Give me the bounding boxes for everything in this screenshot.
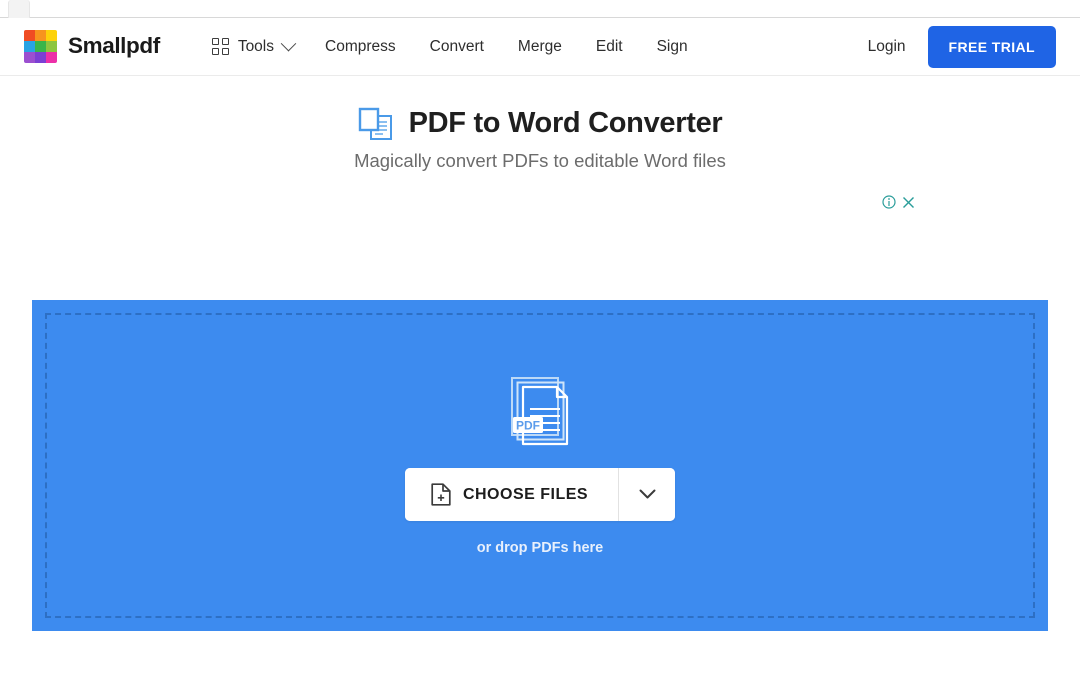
logo-cell-2 bbox=[46, 30, 57, 41]
ad-info-icon[interactable] bbox=[882, 195, 896, 209]
choose-files-button[interactable]: CHOOSE FILES bbox=[404, 468, 619, 521]
site-header: Smallpdf Tools Compress Convert Merge Ed… bbox=[0, 18, 1080, 76]
choose-files-label: CHOOSE FILES bbox=[462, 485, 589, 503]
brand-name: Smallpdf bbox=[68, 33, 160, 59]
logo-cell-4 bbox=[35, 41, 46, 52]
nav-tools-label: Tools bbox=[237, 37, 274, 55]
logo-cell-5 bbox=[46, 41, 57, 52]
hero-section: PDF to Word Converter Magically convert … bbox=[0, 76, 1080, 172]
pdf-badge-label: PDF bbox=[516, 419, 540, 433]
advertisement-slot bbox=[55, 190, 1025, 282]
logo-cell-7 bbox=[35, 52, 46, 63]
chevron-down-icon bbox=[639, 489, 656, 499]
pdf-file-stack-icon: PDF bbox=[511, 377, 569, 446]
file-dropzone-inner: PDF CHOOSE FILES or drop PDFs here bbox=[45, 313, 1035, 618]
logo-cell-1 bbox=[35, 30, 46, 41]
brand-logo-link[interactable]: Smallpdf bbox=[24, 30, 160, 63]
nav-item-compress[interactable]: Compress bbox=[308, 30, 413, 64]
page-subtitle: Magically convert PDFs to editable Word … bbox=[354, 150, 726, 171]
pdf-to-word-icon bbox=[358, 107, 392, 140]
browser-tab-edge[interactable] bbox=[8, 0, 30, 18]
header-actions: Login FREE TRIAL bbox=[868, 25, 1056, 68]
choose-files-group: CHOOSE FILES bbox=[404, 468, 676, 521]
login-link[interactable]: Login bbox=[868, 38, 906, 56]
ad-controls bbox=[882, 195, 915, 209]
nav-item-sign[interactable]: Sign bbox=[640, 30, 705, 64]
logo-cell-8 bbox=[46, 52, 57, 63]
file-dropzone[interactable]: PDF CHOOSE FILES or drop PDFs here bbox=[32, 300, 1048, 631]
ad-close-icon[interactable] bbox=[902, 196, 915, 209]
browser-chrome-strip bbox=[0, 0, 1080, 18]
logo-cell-3 bbox=[24, 41, 35, 52]
nav-item-edit[interactable]: Edit bbox=[579, 30, 640, 64]
logo-cell-6 bbox=[24, 52, 35, 63]
nav-tools-menu[interactable]: Tools bbox=[211, 32, 308, 62]
main-navigation: Tools Compress Convert Merge Edit Sign bbox=[211, 30, 705, 64]
logo-cell-0 bbox=[24, 30, 35, 41]
file-plus-icon bbox=[431, 483, 451, 506]
grid-2x2-icon bbox=[211, 38, 229, 55]
choose-files-dropdown-button[interactable] bbox=[618, 468, 676, 521]
free-trial-button[interactable]: FREE TRIAL bbox=[927, 25, 1056, 68]
nav-item-convert[interactable]: Convert bbox=[413, 30, 501, 64]
chevron-down-icon bbox=[280, 35, 297, 52]
drop-hint-text: or drop PDFs here bbox=[476, 540, 604, 556]
ad-body[interactable] bbox=[55, 190, 1025, 282]
nav-item-merge[interactable]: Merge bbox=[501, 30, 579, 64]
page-title: PDF to Word Converter bbox=[408, 107, 723, 140]
hero-title-row: PDF to Word Converter bbox=[0, 107, 1080, 141]
smallpdf-logo-grid-icon bbox=[24, 30, 57, 63]
